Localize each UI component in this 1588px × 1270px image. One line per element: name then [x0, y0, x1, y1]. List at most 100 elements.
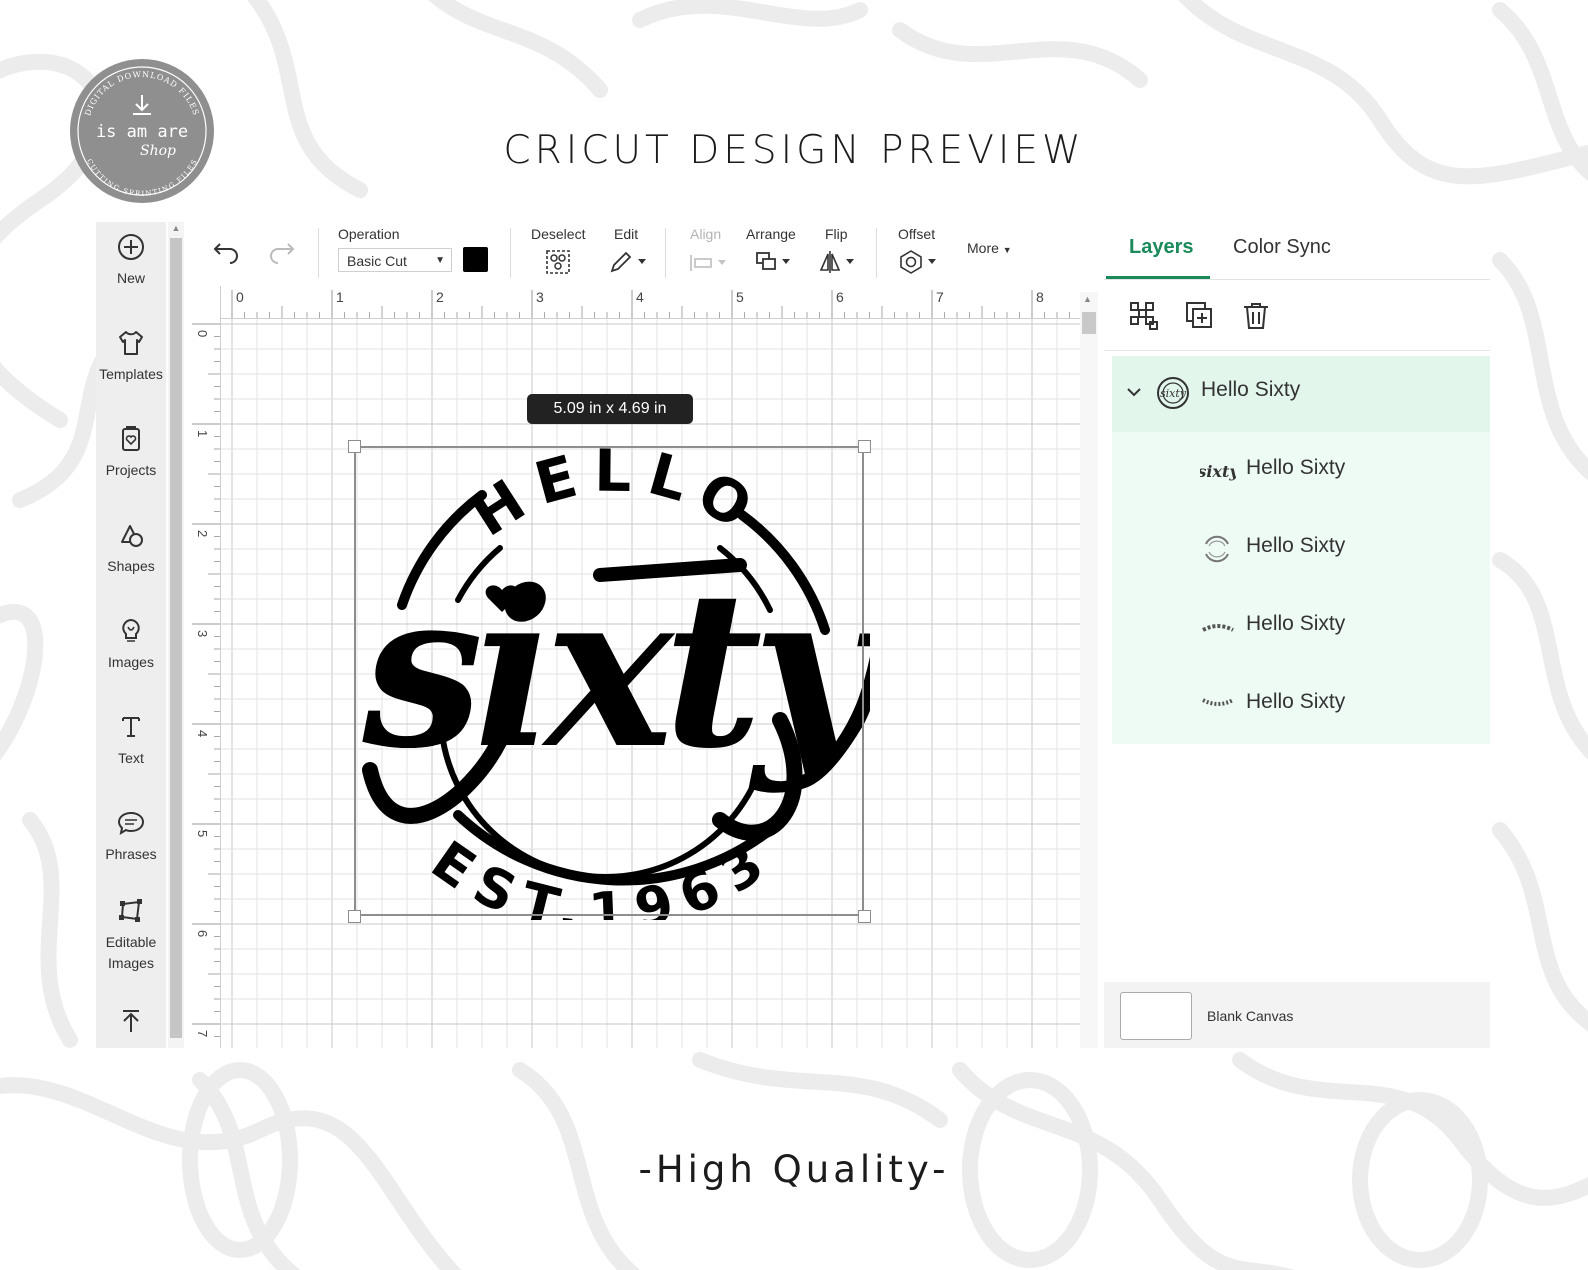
- undo-icon[interactable]: [212, 240, 242, 268]
- canvas-scroll-up-icon[interactable]: ▲: [1083, 294, 1092, 304]
- align-button[interactable]: [688, 252, 730, 274]
- text-icon: [122, 717, 140, 737]
- page-title: CRICUT DESIGN PREVIEW: [503, 128, 1085, 173]
- deselect-button[interactable]: [545, 249, 571, 275]
- ruler-corner: [190, 286, 220, 318]
- duplicate-icon[interactable]: [1184, 300, 1216, 332]
- ruler-top-label: 2: [436, 289, 444, 305]
- toolbar-label: Phrases: [105, 846, 157, 862]
- toolbar-item-phrases[interactable]: Phrases: [96, 808, 166, 865]
- lightbulb-icon: [122, 618, 140, 642]
- toolbar-label: Shapes: [107, 558, 155, 574]
- more-label: More: [967, 240, 999, 256]
- group-icon[interactable]: [1128, 300, 1160, 332]
- ruler-top-label: 7: [936, 289, 944, 305]
- plus-circle-icon: [118, 234, 144, 260]
- selection-bounding-box[interactable]: [354, 446, 864, 916]
- circle-ring-thumb-icon: [1205, 535, 1229, 563]
- ruler-top-label: 5: [736, 289, 744, 305]
- ruler-top-label: 1: [336, 289, 344, 305]
- ruler-top-label: 8: [1036, 289, 1044, 305]
- left-toolbar: New Templates Projects Shapes Images Tex…: [96, 222, 166, 1048]
- chevron-down-icon[interactable]: [1125, 383, 1143, 401]
- svg-text:sixty: sixty: [1200, 462, 1236, 481]
- resize-handle-top-right[interactable]: [858, 440, 871, 453]
- edit-label: Edit: [614, 226, 639, 242]
- speech-bubble-icon: [117, 811, 145, 836]
- toolbar-item-upload[interactable]: [96, 1006, 166, 1036]
- ruler-left-label: 3: [195, 630, 210, 637]
- left-toolbar-scroll-thumb[interactable]: [170, 238, 182, 1038]
- deselect-label: Deselect: [531, 226, 586, 242]
- chevron-down-icon: ▼: [435, 255, 445, 266]
- ruler-left-label: 7: [195, 1030, 210, 1037]
- operation-select-value: Basic Cut: [347, 253, 407, 269]
- sixty-script-thumb-icon: sixty: [1200, 462, 1236, 481]
- size-tooltip: 5.09 in x 4.69 in: [527, 394, 693, 424]
- caret-down-icon: ▼: [1002, 245, 1012, 255]
- ruler-top: 0 1 2 3 4 5 6 7 8: [190, 286, 1120, 319]
- hello-arc-thumb-icon: [1202, 624, 1234, 632]
- editable-images-icon: [119, 899, 142, 922]
- toolbar-item-projects[interactable]: Projects: [96, 424, 166, 481]
- ruler-top-ticks: 0 1 2 3 4 5 6 7 8: [231, 289, 1120, 318]
- toolbar-item-new[interactable]: New: [96, 232, 166, 289]
- flip-label: Flip: [825, 226, 848, 242]
- ruler-left-ticks: 0 1 2 3 4 5 6 7: [192, 323, 220, 1112]
- resize-handle-bottom-right[interactable]: [858, 910, 871, 923]
- layer-group-name: Hello Sixty: [1201, 378, 1301, 401]
- layer-name: Hello Sixty: [1246, 612, 1346, 635]
- tabs-divider: [1104, 279, 1490, 280]
- operation-select[interactable]: Basic Cut ▼: [338, 248, 452, 272]
- blank-canvas-label: Blank Canvas: [1207, 1008, 1294, 1024]
- toolbar-label: Templates: [99, 366, 163, 382]
- offset-button[interactable]: [898, 249, 940, 275]
- ruler-top-label: 6: [836, 289, 844, 305]
- arrange-button[interactable]: [754, 250, 796, 274]
- toolbar-divider: [665, 228, 666, 278]
- align-label: Align: [690, 226, 722, 242]
- tab-color-sync[interactable]: Color Sync: [1233, 236, 1331, 259]
- ruler-top-label: 4: [636, 289, 644, 305]
- layer-name: Hello Sixty: [1246, 534, 1346, 557]
- toolbar-item-images[interactable]: Images: [96, 616, 166, 673]
- ruler-left-label: 1: [195, 430, 210, 437]
- svg-text:sixty: sixty: [1160, 387, 1187, 400]
- operation-color-swatch[interactable]: [463, 247, 488, 272]
- toolbar-divider: [510, 228, 511, 278]
- est-arc-thumb-icon: [1202, 698, 1234, 706]
- projects-icon: [122, 426, 140, 451]
- actions-divider: [1104, 350, 1490, 351]
- ruler-top-label: 3: [536, 289, 544, 305]
- offset-label: Offset: [898, 226, 936, 242]
- resize-handle-top-left[interactable]: [348, 440, 361, 453]
- active-tab-indicator: [1106, 276, 1210, 279]
- toolbar-item-editable-images[interactable]: Editable Images: [96, 896, 166, 974]
- toolbar-divider: [318, 228, 319, 278]
- upload-icon: [123, 1010, 139, 1032]
- blank-canvas-swatch[interactable]: [1120, 992, 1192, 1040]
- redo-icon[interactable]: [266, 240, 296, 268]
- canvas-scrollbar[interactable]: [1080, 292, 1098, 1048]
- toolbar-item-text[interactable]: Text: [96, 712, 166, 769]
- toolbar-label: New: [116, 270, 145, 286]
- resize-handle-bottom-left[interactable]: [348, 910, 361, 923]
- toolbar-label: Images: [108, 955, 154, 971]
- canvas-scroll-thumb[interactable]: [1082, 312, 1096, 334]
- toolbar-label: Editable: [105, 934, 157, 950]
- ruler-left-label: 2: [195, 530, 210, 537]
- edit-button[interactable]: [608, 249, 650, 275]
- toolbar-item-shapes[interactable]: Shapes: [96, 520, 166, 577]
- toolbar-label: Projects: [105, 462, 157, 478]
- delete-icon[interactable]: [1240, 300, 1272, 332]
- footer-text: -High Quality-: [638, 1148, 950, 1191]
- more-button[interactable]: More ▼: [967, 240, 1012, 256]
- ruler-left-label: 0: [195, 330, 210, 337]
- layer-name: Hello Sixty: [1246, 456, 1346, 479]
- flip-button[interactable]: [818, 249, 860, 275]
- toolbar-item-templates[interactable]: Templates: [96, 328, 166, 385]
- scroll-up-arrow-icon[interactable]: ▲: [170, 222, 182, 234]
- ruler-left-label: 5: [195, 830, 210, 837]
- tab-layers[interactable]: Layers: [1129, 236, 1194, 259]
- toolbar-label: Images: [108, 654, 154, 670]
